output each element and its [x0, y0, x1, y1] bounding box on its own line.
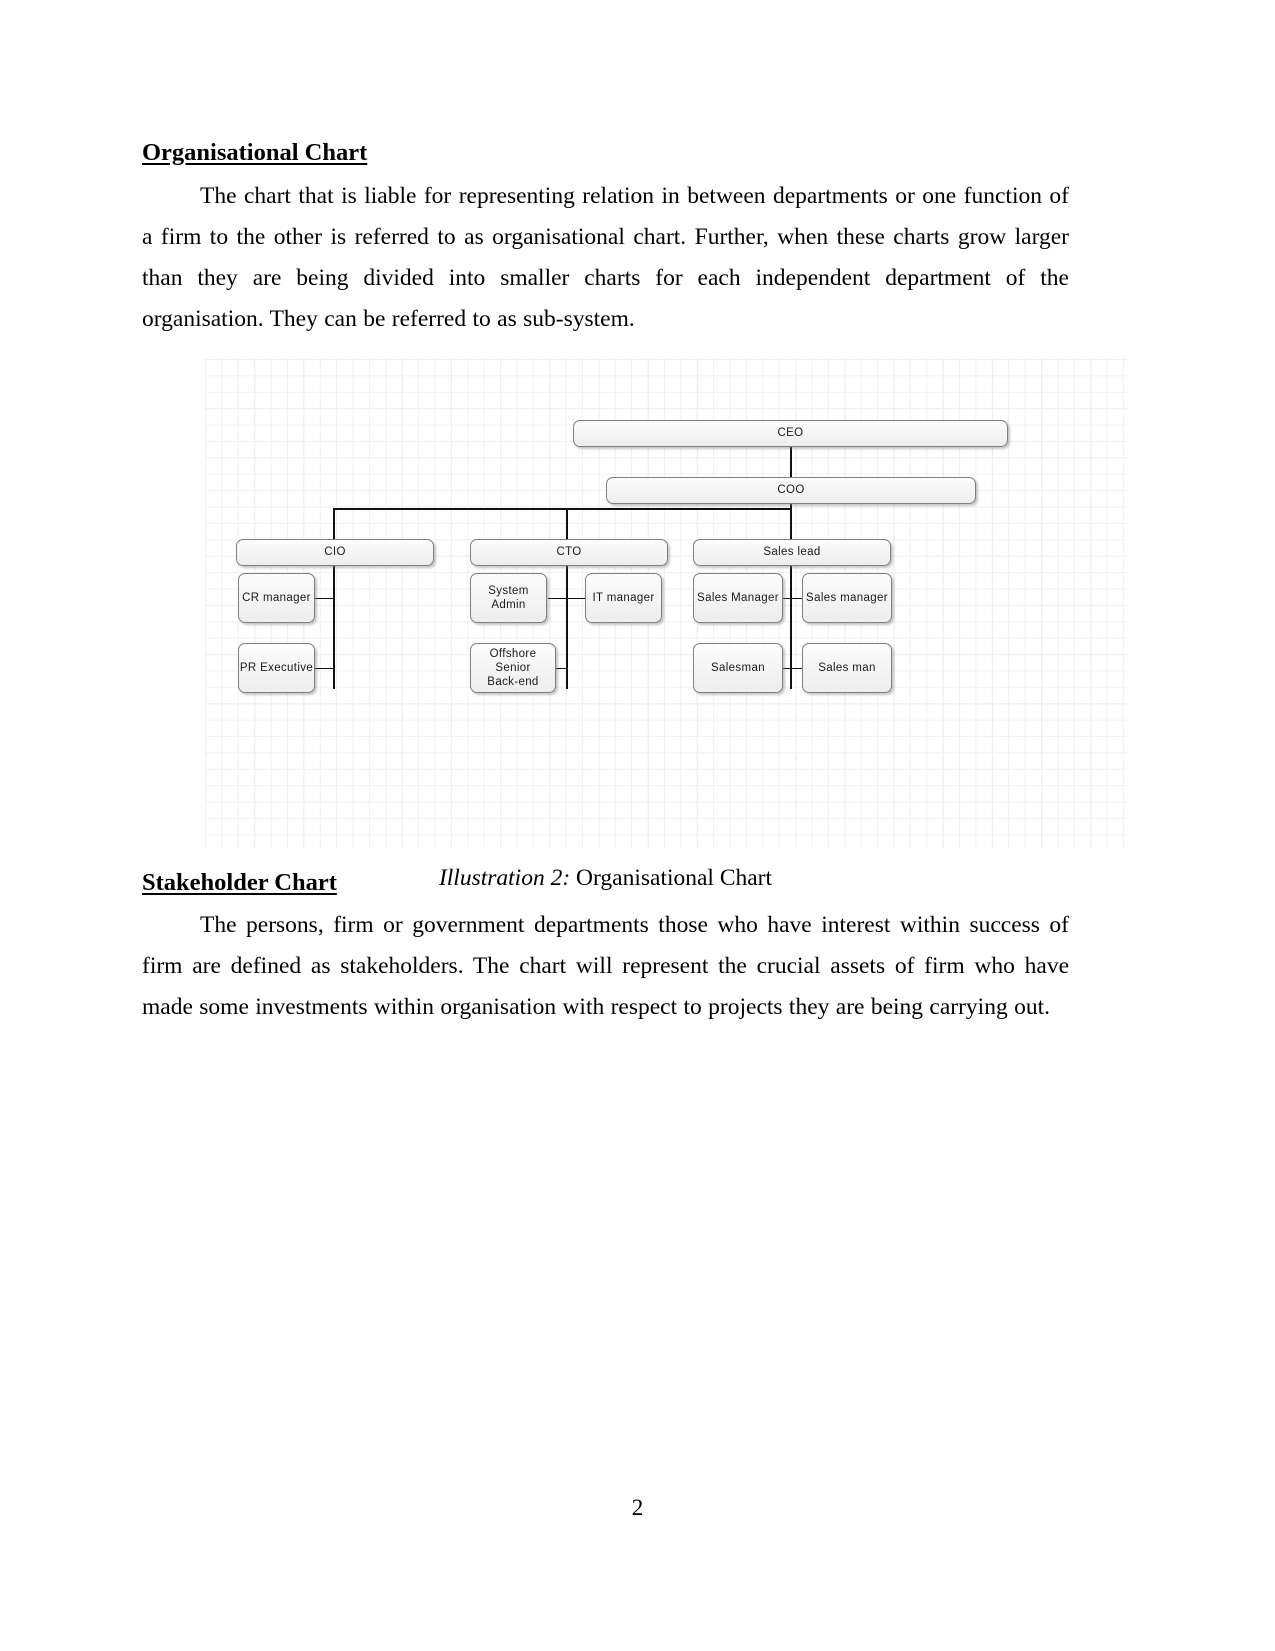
- node-cio-label: CIO: [324, 546, 346, 559]
- figure-caption-label: Illustration 2:: [438, 864, 571, 891]
- node-ceo[interactable]: CEO: [573, 419, 1008, 447]
- connector-cto-system-admin: [548, 597, 567, 600]
- node-coo-label: COO: [777, 484, 805, 497]
- figure-organisational-chart: CEO COO CIO CTO Sales lead CR manager PR…: [142, 357, 1127, 891]
- document-page: Organisational Chart The chart that is l…: [0, 0, 1275, 1651]
- node-system-admin-label-line2: Admin: [491, 598, 526, 611]
- node-cio[interactable]: CIO: [236, 538, 434, 566]
- node-pr-executive[interactable]: PR Executive: [238, 642, 315, 693]
- node-cto-label: CTO: [556, 546, 582, 559]
- node-salesman[interactable]: Salesman: [693, 642, 783, 693]
- connector-bus-to-cio: [333, 507, 335, 540]
- node-pr-executive-label: PR Executive: [239, 661, 314, 674]
- node-sales-manager-2[interactable]: Sales manager: [802, 572, 892, 623]
- node-sales-man-label: Sales man: [818, 661, 876, 674]
- connector-cio-cr-manager: [315, 597, 334, 600]
- node-offshore-label-line1: Offshore Senior: [489, 647, 537, 674]
- node-sales-man[interactable]: Sales man: [802, 642, 892, 693]
- connector-cto-spine: [566, 565, 568, 689]
- node-sales-manager-2-label: Sales manager: [806, 591, 888, 604]
- heading-organisational-chart-text: Organisational Chart: [142, 139, 368, 166]
- page-number: 2: [631, 1495, 644, 1520]
- node-offshore-senior-backend[interactable]: Offshore Senior Back-end: [470, 642, 556, 693]
- connector-sales-spine: [790, 565, 792, 689]
- connector-level2-bus: [333, 507, 792, 510]
- node-sales-lead[interactable]: Sales lead: [693, 538, 891, 566]
- node-cto[interactable]: CTO: [470, 538, 668, 566]
- paragraph-stakeholder-chart: The persons, firm or government departme…: [142, 912, 1069, 1021]
- figure-caption-text: Organisational Chart: [570, 864, 773, 891]
- node-system-admin-label-line1: System: [488, 584, 529, 597]
- node-cr-manager-label: CR manager: [242, 591, 311, 604]
- page-content: Organisational Chart The chart that is l…: [142, 138, 1127, 1028]
- node-sales-lead-label: Sales lead: [763, 546, 821, 559]
- org-chart-diagram: CEO COO CIO CTO Sales lead CR manager PR…: [205, 357, 1127, 848]
- figure-caption: Illustration 2: Organisational Chart: [142, 863, 1069, 893]
- connector-cio-spine: [333, 565, 335, 689]
- node-sales-manager-1-label: Sales Manager: [697, 591, 779, 604]
- node-it-manager[interactable]: IT manager: [585, 572, 662, 623]
- node-system-admin[interactable]: System Admin: [470, 572, 547, 623]
- node-ceo-label: CEO: [777, 427, 804, 440]
- node-it-manager-label: IT manager: [592, 591, 655, 604]
- connector-bus-to-cto: [566, 507, 568, 540]
- node-sales-manager-1[interactable]: Sales Manager: [693, 572, 783, 623]
- node-offshore-label-line2: Back-end: [487, 675, 539, 688]
- node-salesman-label: Salesman: [711, 661, 765, 674]
- node-cr-manager[interactable]: CR manager: [238, 572, 315, 623]
- connector-cio-pr-executive: [315, 667, 334, 670]
- connector-cto-it-manager: [566, 597, 585, 600]
- paragraph-organisational-chart: The chart that is liable for representin…: [142, 182, 1069, 332]
- heading-organisational-chart: Organisational Chart: [142, 138, 1069, 169]
- node-coo[interactable]: COO: [606, 476, 976, 504]
- connector-bus-to-sales: [790, 507, 792, 540]
